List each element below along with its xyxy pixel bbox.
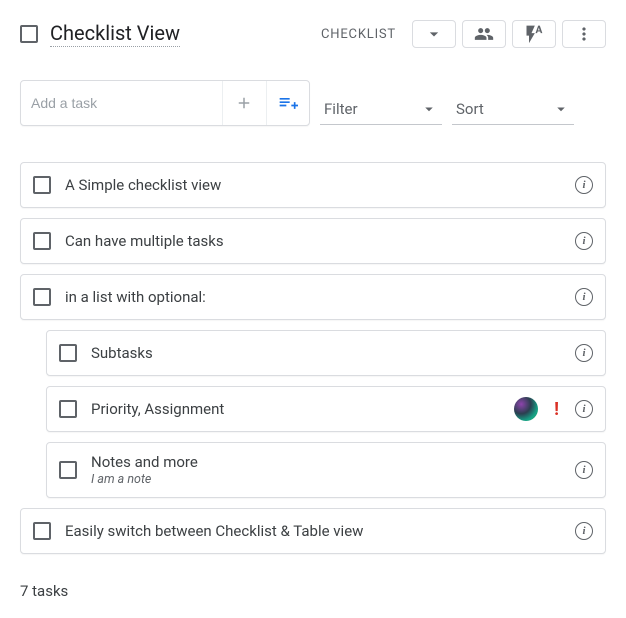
select-all-checkbox[interactable] — [20, 25, 38, 43]
more-vert-icon — [574, 24, 594, 44]
caret-down-icon — [420, 100, 438, 118]
assignee-avatar[interactable] — [514, 397, 538, 421]
task-row[interactable]: Notes and moreI am a note i — [46, 442, 606, 498]
task-body: Easily switch between Checklist & Table … — [65, 522, 561, 540]
task-checkbox[interactable] — [33, 176, 51, 194]
task-checkbox[interactable] — [59, 344, 77, 362]
task-row[interactable]: A Simple checklist view i — [20, 162, 606, 208]
header-controls: CHECKLIST — [317, 20, 606, 48]
sort-label: Sort — [456, 100, 484, 118]
task-title: in a list with optional: — [65, 288, 561, 306]
header: Checklist View CHECKLIST — [20, 20, 606, 48]
task-checkbox[interactable] — [33, 522, 51, 540]
task-title: Easily switch between Checklist & Table … — [65, 522, 561, 540]
task-note: I am a note — [91, 472, 561, 487]
filter-dropdown[interactable]: Filter — [320, 96, 442, 125]
view-type-label: CHECKLIST — [317, 27, 406, 42]
task-row[interactable]: Subtasks i — [46, 330, 606, 376]
task-row[interactable]: in a list with optional: i — [20, 274, 606, 320]
more-button[interactable] — [562, 20, 606, 48]
task-title: Subtasks — [91, 344, 561, 362]
task-checkbox[interactable] — [59, 461, 77, 479]
caret-down-icon — [424, 24, 444, 44]
people-icon — [474, 24, 494, 44]
plus-icon — [235, 94, 253, 112]
people-button[interactable] — [462, 20, 506, 48]
task-checkbox[interactable] — [33, 288, 51, 306]
task-title: Notes and more — [91, 453, 561, 471]
info-icon[interactable]: i — [575, 461, 593, 479]
task-body: A Simple checklist view — [65, 176, 561, 194]
flash-auto-icon — [524, 24, 544, 44]
add-task-detail-button[interactable] — [266, 81, 310, 125]
task-row[interactable]: Priority, Assignment! i — [46, 386, 606, 432]
view-dropdown-button[interactable] — [412, 20, 456, 48]
task-body: in a list with optional: — [65, 288, 561, 306]
task-title: Priority, Assignment — [91, 400, 500, 418]
info-icon[interactable]: i — [575, 176, 593, 194]
task-checkbox[interactable] — [59, 400, 77, 418]
page-title[interactable]: Checklist View — [50, 21, 180, 47]
auto-button[interactable] — [512, 20, 556, 48]
header-left: Checklist View — [20, 21, 309, 47]
task-count: 7 tasks — [20, 582, 606, 600]
task-list: A Simple checklist viewiCan have multipl… — [20, 162, 606, 554]
info-icon[interactable]: i — [575, 232, 593, 250]
task-body: Priority, Assignment — [91, 400, 500, 418]
task-title: A Simple checklist view — [65, 176, 561, 194]
task-body: Can have multiple tasks — [65, 232, 561, 250]
priority-icon[interactable]: ! — [552, 399, 561, 420]
info-icon[interactable]: i — [575, 400, 593, 418]
task-title: Can have multiple tasks — [65, 232, 561, 250]
info-icon[interactable]: i — [575, 288, 593, 306]
task-body: Notes and moreI am a note — [91, 453, 561, 487]
add-task-box — [20, 80, 310, 126]
info-icon[interactable]: i — [575, 522, 593, 540]
info-icon[interactable]: i — [575, 344, 593, 362]
add-task-plus-button[interactable] — [222, 81, 266, 125]
filter-label: Filter — [324, 100, 358, 118]
task-row[interactable]: Can have multiple tasks i — [20, 218, 606, 264]
controls-row: Filter Sort — [20, 80, 606, 126]
add-task-input[interactable] — [21, 81, 222, 125]
task-row[interactable]: Easily switch between Checklist & Table … — [20, 508, 606, 554]
task-checkbox[interactable] — [33, 232, 51, 250]
sort-dropdown[interactable]: Sort — [452, 96, 574, 125]
playlist-add-icon — [278, 93, 298, 113]
caret-down-icon — [552, 100, 570, 118]
task-body: Subtasks — [91, 344, 561, 362]
